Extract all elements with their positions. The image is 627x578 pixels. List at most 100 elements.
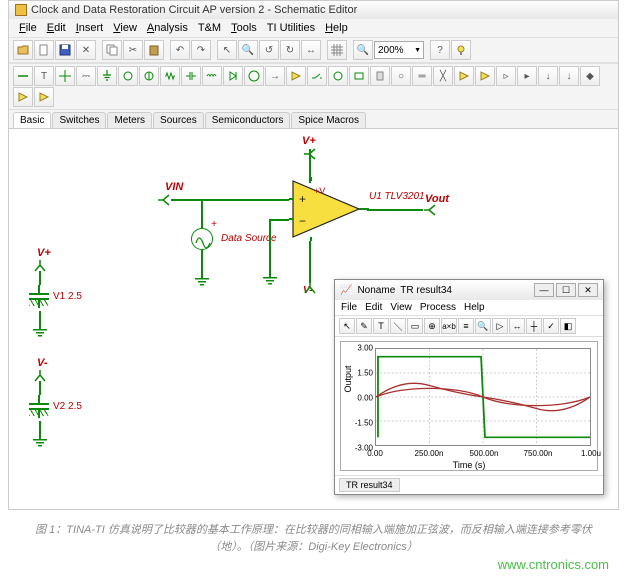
arrowdown2-icon[interactable]: ↓: [559, 66, 579, 86]
help-icon[interactable]: ?: [430, 40, 450, 60]
menu-edit[interactable]: Edit: [43, 21, 70, 35]
ref-icon[interactable]: ◆: [580, 66, 600, 86]
opamp-u1[interactable]: + −: [289, 177, 369, 246]
watermark: www.cntronics.com: [0, 557, 627, 578]
menu-tools[interactable]: Tools: [227, 21, 261, 35]
pointer-icon[interactable]: ↖: [217, 40, 237, 60]
net-icon[interactable]: ╳: [433, 66, 453, 86]
menu-view[interactable]: View: [109, 21, 141, 35]
rotate-right-icon[interactable]: ↻: [280, 40, 300, 60]
result-menu-process[interactable]: Process: [420, 302, 456, 313]
chip2-icon[interactable]: [475, 66, 495, 86]
amp3-icon[interactable]: [13, 87, 33, 107]
r-pointer-icon[interactable]: ↖: [339, 318, 355, 334]
close-icon[interactable]: ✕: [76, 40, 96, 60]
menu-file[interactable]: FFileile: [15, 21, 41, 35]
r-cursor-icon[interactable]: ┼: [526, 318, 542, 334]
paste-icon[interactable]: [144, 40, 164, 60]
tab-meters[interactable]: Meters: [107, 112, 152, 128]
rotate-left-icon[interactable]: ↺: [259, 40, 279, 60]
net-vin: VIN: [165, 181, 183, 193]
minimize-icon[interactable]: —: [534, 283, 554, 297]
menu-help[interactable]: Help: [321, 21, 352, 35]
result-tab[interactable]: TR result34: [339, 478, 400, 492]
arrow-right-icon[interactable]: →: [265, 66, 285, 86]
menu-insert[interactable]: Insert: [72, 21, 108, 35]
r-line-icon[interactable]: ＼: [390, 318, 406, 334]
menu-tiutilities[interactable]: TI Utilities: [263, 21, 319, 35]
opamp-pv-label: +V: [314, 186, 325, 196]
grid-icon[interactable]: [327, 40, 347, 60]
amp-icon[interactable]: [286, 66, 306, 86]
find-icon[interactable]: 🔍: [238, 40, 258, 60]
ground-icon[interactable]: [97, 66, 117, 86]
result-window[interactable]: 📈 Noname TR result34 — ☐ ✕ File Edit Vie…: [334, 279, 604, 495]
result-menu-view[interactable]: View: [390, 302, 412, 313]
schematic-canvas[interactable]: V+ VIN + Data Source + −: [9, 129, 618, 509]
r-tri-icon[interactable]: ▷: [492, 318, 508, 334]
result-menu-edit[interactable]: Edit: [365, 302, 382, 313]
v1-source[interactable]: [27, 285, 53, 313]
resistor-icon[interactable]: [160, 66, 180, 86]
r-check-icon[interactable]: ✓: [543, 318, 559, 334]
new-icon[interactable]: [34, 40, 54, 60]
r-target-icon[interactable]: ⊕: [424, 318, 440, 334]
r-unknown-icon[interactable]: ◧: [560, 318, 576, 334]
logic-icon[interactable]: [349, 66, 369, 86]
result-menu-help[interactable]: Help: [464, 302, 485, 313]
r-zoomin-icon[interactable]: 🔍: [475, 318, 491, 334]
r-rect-icon[interactable]: ▭: [407, 318, 423, 334]
maximize-icon[interactable]: ☐: [556, 283, 576, 297]
wire-icon[interactable]: [13, 66, 33, 86]
capacitor-icon[interactable]: [181, 66, 201, 86]
undo-icon[interactable]: ↶: [170, 40, 190, 60]
r-annotate-icon[interactable]: ✎: [356, 318, 372, 334]
inductor-icon[interactable]: [202, 66, 222, 86]
lamp-icon[interactable]: [451, 40, 471, 60]
result-titlebar[interactable]: 📈 Noname TR result34 — ☐ ✕: [335, 280, 603, 300]
switch-icon[interactable]: [307, 66, 327, 86]
bus-icon[interactable]: ═: [412, 66, 432, 86]
r-text-icon[interactable]: T: [373, 318, 389, 334]
r-axb-icon[interactable]: a×b: [441, 318, 457, 334]
amp4-icon[interactable]: [34, 87, 54, 107]
chip-icon[interactable]: [454, 66, 474, 86]
macro-icon[interactable]: ▹: [496, 66, 516, 86]
transistor-icon[interactable]: [244, 66, 264, 86]
v2-source[interactable]: [27, 395, 53, 423]
tab-spice[interactable]: Spice Macros: [291, 112, 366, 128]
cut-icon[interactable]: ✂: [123, 40, 143, 60]
xtick-1: 250.00n: [415, 449, 444, 458]
menu-analysis[interactable]: Analysis: [143, 21, 192, 35]
r-sep-icon[interactable]: ↔: [509, 318, 525, 334]
text-icon[interactable]: T: [34, 66, 54, 86]
tab-semiconductors[interactable]: Semiconductors: [205, 112, 291, 128]
zoom-in-icon[interactable]: 🔍: [353, 40, 373, 60]
diode-icon[interactable]: [223, 66, 243, 86]
junction-icon[interactable]: [55, 66, 75, 86]
current-src-icon[interactable]: [139, 66, 159, 86]
tab-sources[interactable]: Sources: [153, 112, 204, 128]
probe-icon[interactable]: ⎓: [76, 66, 96, 86]
net-vplus-left: V+: [37, 247, 51, 259]
copy-icon[interactable]: [102, 40, 122, 60]
arrowdown-icon[interactable]: ↓: [538, 66, 558, 86]
tab-switches[interactable]: Switches: [52, 112, 106, 128]
result-plot[interactable]: Output Time (s): [340, 341, 598, 471]
menu-tm[interactable]: T&M: [194, 21, 225, 35]
macro2-icon[interactable]: ▸: [517, 66, 537, 86]
mirror-icon[interactable]: ↔: [301, 40, 321, 60]
voltage-src-icon[interactable]: [118, 66, 138, 86]
zoom-select[interactable]: 200% ▼: [374, 41, 424, 59]
redo-icon[interactable]: ↷: [191, 40, 211, 60]
r-legend-icon[interactable]: ≡: [458, 318, 474, 334]
port-icon[interactable]: ○: [391, 66, 411, 86]
ic-icon[interactable]: [370, 66, 390, 86]
open-icon[interactable]: [13, 40, 33, 60]
meter-icon[interactable]: [328, 66, 348, 86]
data-source-symbol[interactable]: [191, 228, 213, 250]
tab-basic[interactable]: Basic: [13, 112, 51, 128]
save-icon[interactable]: [55, 40, 75, 60]
result-menu-file[interactable]: File: [341, 302, 357, 313]
close-window-icon[interactable]: ✕: [578, 283, 598, 297]
